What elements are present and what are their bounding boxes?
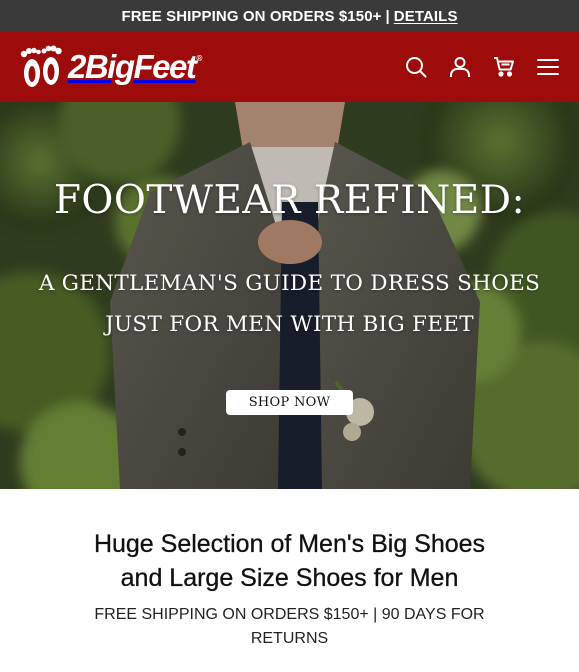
hero-subtitle-line2: JUST FOR MEN WITH BIG FEET	[105, 312, 474, 337]
headline-line1: Huge Selection of Men's Big Shoes	[93, 530, 486, 558]
registered-mark: ®	[196, 54, 203, 63]
main-content: Huge Selection of Men's Big Shoes and La…	[0, 489, 579, 672]
hero-title: FOOTWEAR REFINED:	[53, 178, 526, 223]
announcement-bar: FREE SHIPPING ON ORDERS $150+ | DETAILS	[0, 0, 579, 32]
site-header: 2BigFeet ®	[0, 32, 579, 102]
menu-icon[interactable]	[535, 54, 561, 80]
hero-banner: FOOTWEAR REFINED: A GENTLEMAN'S GUIDE TO…	[0, 102, 579, 489]
account-icon[interactable]	[447, 54, 473, 80]
page-headline: Huge Selection of Men's Big Shoes and La…	[0, 527, 579, 595]
announcement-text: FREE SHIPPING ON ORDERS $150+	[121, 7, 382, 25]
header-icons	[403, 54, 561, 80]
details-link[interactable]: DETAILS	[394, 8, 458, 25]
shipping-returns-text: FREE SHIPPING ON ORDERS $150+ | 90 DAYS …	[94, 606, 485, 647]
headline-line2: and Large Size Shoes for Men	[120, 564, 459, 592]
search-icon[interactable]	[403, 54, 429, 80]
footprints-logo-icon	[20, 45, 62, 87]
cart-icon[interactable]	[491, 54, 517, 80]
shop-now-button[interactable]: SHOP NOW	[226, 390, 353, 415]
logo-text: 2BigFeet	[68, 48, 197, 85]
hero-subtitle-line1: A GENTLEMAN'S GUIDE TO DRESS SHOES	[38, 271, 541, 296]
announcement-separator: |	[385, 7, 390, 25]
logo-link[interactable]: 2BigFeet ®	[18, 42, 202, 92]
logo-wordmark: 2BigFeet ®	[68, 48, 202, 86]
